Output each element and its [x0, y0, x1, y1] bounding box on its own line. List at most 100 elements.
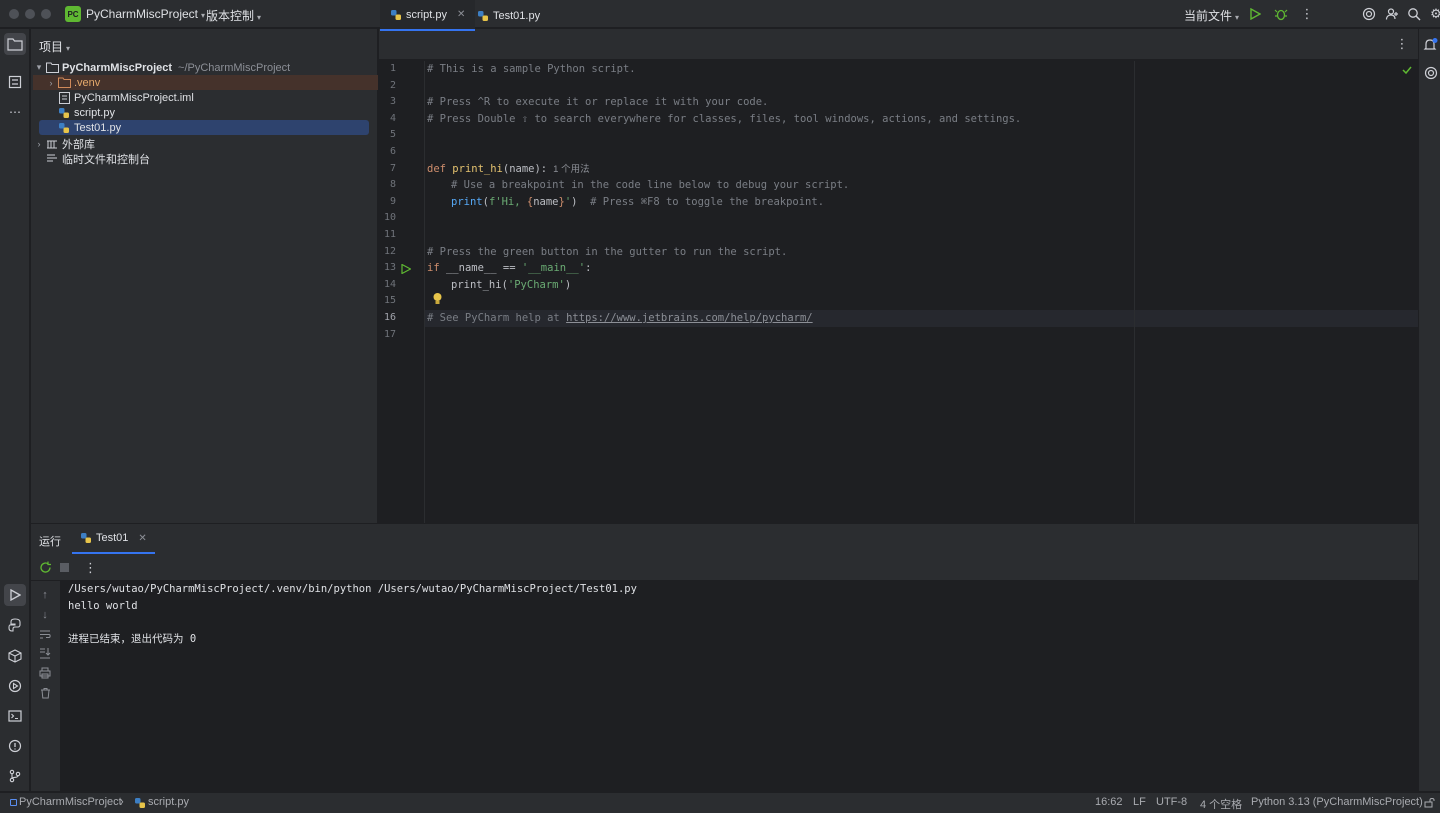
git-branch-icon[interactable] [4, 765, 26, 787]
code-line-14: print_hi('PyCharm') [451, 277, 571, 294]
vcs-menu[interactable]: 版本控制 ▾ [206, 7, 261, 24]
chevron-down-icon[interactable]: ▾ [33, 62, 45, 73]
terminal-icon[interactable] [4, 705, 26, 727]
add-user-icon[interactable] [1383, 5, 1401, 23]
lightbulb-intention-icon[interactable] [432, 292, 443, 305]
root-path: ~/PyCharmMiscProject [178, 61, 291, 74]
help-link[interactable]: https://www.jetbrains.com/help/pycharm/ [566, 312, 813, 324]
inspection-ok-checkmark-icon[interactable] [1401, 64, 1413, 76]
run-tab-test01[interactable]: Test01 ✕ [72, 524, 155, 554]
module-file-icon [57, 91, 71, 104]
chevron-right-icon[interactable]: › [33, 139, 45, 149]
tree-item-script[interactable]: script.py [33, 105, 373, 120]
tree-external-libraries[interactable]: › 外部库 [33, 136, 373, 151]
string: '__main__' [521, 262, 586, 275]
notifications-icon[interactable] [1422, 37, 1438, 53]
tab-options-icon[interactable]: ⋮ [1393, 35, 1411, 53]
scroll-up-icon[interactable]: ↑ [38, 588, 52, 602]
tree-item-label: PyCharmMiscProject.iml [74, 91, 194, 104]
print-icon[interactable] [38, 666, 52, 680]
code-line-4: # Press Double ⇧ to search everywhere fo… [427, 112, 1022, 125]
stop-icon[interactable] [60, 563, 69, 572]
variable: name [533, 195, 559, 208]
window-minimize-button[interactable] [25, 9, 35, 19]
tab-test01-py[interactable]: Test01.py [467, 0, 550, 31]
more-tools-icon[interactable]: ⋯ [4, 101, 26, 123]
tree-item-iml[interactable]: PyCharmMiscProject.iml [33, 90, 373, 105]
project-tool-icon[interactable] [4, 33, 26, 55]
line-number: 1 [389, 63, 396, 74]
tab-script-py[interactable]: script.py ✕ [380, 0, 476, 31]
call: print_hi( [451, 278, 508, 291]
project-panel-header[interactable]: 项目 ▾ [39, 38, 70, 55]
indent-setting[interactable]: 4 个空格 [1200, 796, 1242, 812]
project-name: PyCharmMiscProject [86, 7, 199, 21]
project-badge-icon: PC [65, 6, 81, 22]
tree-scratches[interactable]: 临时文件和控制台 [33, 151, 373, 166]
usage-hint[interactable]: 1 个用法 [553, 164, 589, 175]
ai-assistant-icon[interactable] [1360, 5, 1378, 23]
window-zoom-button[interactable] [41, 9, 51, 19]
colon: : [585, 262, 592, 275]
search-icon[interactable] [1405, 5, 1423, 23]
run-tool-icon[interactable] [4, 584, 26, 606]
gutter-run-icon[interactable] [401, 263, 412, 275]
run-icon[interactable] [1246, 5, 1264, 23]
tree-item-venv[interactable]: › .venv [33, 75, 378, 90]
run-config-selector[interactable]: 当前文件 ▾ [1184, 7, 1239, 24]
tab-label: script.py [406, 8, 447, 21]
window-close-button[interactable] [9, 9, 19, 19]
chevron-down-icon: ▾ [1235, 13, 1240, 22]
console-line: hello world [68, 599, 138, 612]
scratches-icon [45, 153, 59, 165]
close-tab-icon[interactable]: ✕ [138, 533, 146, 544]
breadcrumb-file[interactable]: script.py [148, 796, 189, 808]
python-file-icon [80, 532, 92, 544]
problems-icon[interactable] [4, 735, 26, 757]
file-encoding[interactable]: UTF-8 [1156, 796, 1187, 808]
settings-gear-icon[interactable]: ⚙ [1427, 5, 1440, 23]
chevron-right-icon[interactable]: › [45, 78, 57, 88]
code-line-12: # Press the green button in the gutter t… [427, 245, 788, 258]
interpreter-selector[interactable]: Python 3.13 (PyCharmMiscProject) [1251, 796, 1423, 808]
line-number: 11 [383, 229, 396, 240]
python-console-icon[interactable] [4, 614, 26, 636]
line-number: 9 [389, 195, 396, 207]
line-separator[interactable]: LF [1133, 796, 1146, 808]
tree-item-test01[interactable]: Test01.py [39, 120, 369, 135]
lock-icon[interactable] [1424, 797, 1435, 808]
line-number: 15 [383, 295, 396, 307]
services-icon[interactable] [4, 675, 26, 697]
python-packages-icon[interactable] [4, 645, 26, 667]
tree-item-label: .venv [74, 76, 101, 89]
scroll-to-end-icon[interactable] [38, 646, 52, 660]
console-output[interactable] [60, 581, 1418, 791]
structure-tool-icon[interactable] [4, 71, 26, 93]
close-tab-icon[interactable]: ✕ [457, 9, 465, 20]
ai-chat-icon[interactable] [1424, 66, 1438, 80]
rerun-icon[interactable] [39, 561, 52, 574]
caret-position[interactable]: 16:62 [1095, 796, 1123, 808]
folder-icon [57, 77, 71, 89]
project-switcher[interactable]: PyCharmMiscProject ▾ [86, 7, 205, 21]
line-number: 5 [389, 129, 396, 141]
paren: ) [564, 278, 572, 291]
console-line: /Users/wutao/PyCharmMiscProject/.venv/bi… [68, 583, 637, 595]
line-number: 17 [383, 328, 396, 340]
soft-wrap-icon[interactable] [38, 627, 52, 641]
scroll-down-icon[interactable]: ↓ [38, 608, 52, 622]
right-margin-guide [1134, 61, 1135, 523]
tree-root-project[interactable]: ▾ PyCharmMiscProject ~/PyCharmMiscProjec… [33, 60, 373, 75]
project-panel-title: 项目 [39, 40, 64, 54]
breadcrumb-separator-icon: › [120, 796, 124, 808]
code-line-1: # This is a sample Python script. [427, 63, 636, 75]
more-actions-icon[interactable]: ⋮ [1298, 5, 1316, 23]
tree-item-label: script.py [74, 106, 115, 119]
right-tool-strip [1418, 29, 1440, 791]
line-number: 12 [383, 245, 396, 257]
clear-trash-icon[interactable] [38, 686, 52, 700]
breadcrumb-project[interactable]: PyCharmMiscProject [19, 796, 122, 808]
debug-icon[interactable] [1272, 5, 1290, 23]
run-more-icon[interactable]: ⋮ [84, 560, 97, 576]
comment: # See PyCharm help at [427, 312, 567, 324]
